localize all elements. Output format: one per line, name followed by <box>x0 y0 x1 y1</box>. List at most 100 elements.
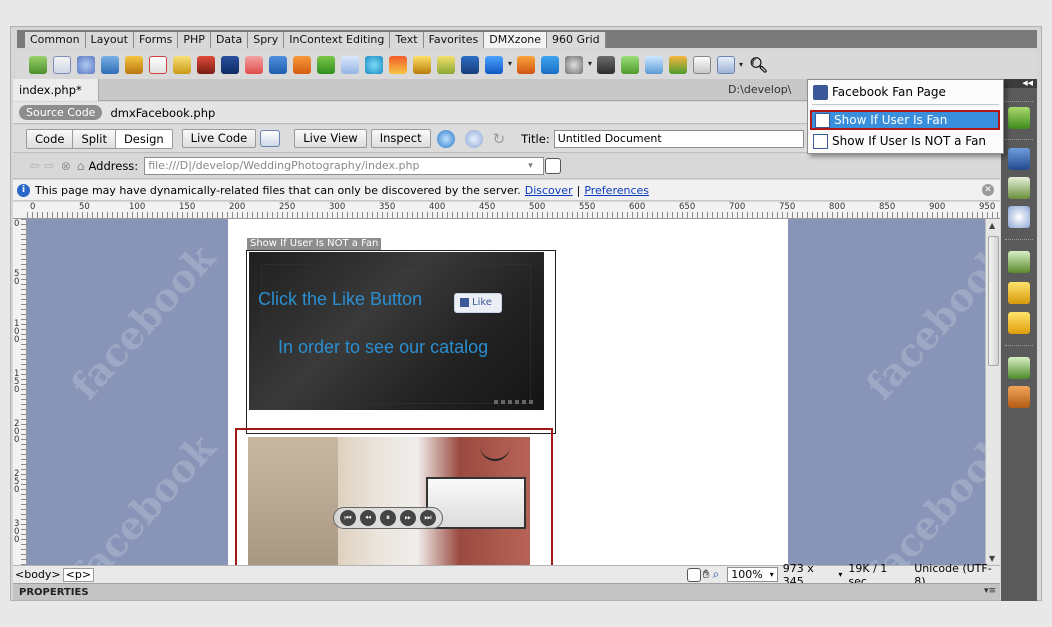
title-input[interactable]: Untitled Document <box>553 129 804 148</box>
home-icon[interactable]: ⌂ <box>77 159 85 173</box>
mail-icon[interactable] <box>149 56 167 74</box>
source-code-pill[interactable]: Source Code <box>19 105 103 120</box>
document-icon[interactable] <box>53 56 71 74</box>
panel-collapse-bar[interactable]: ◀◀ <box>1001 79 1037 88</box>
databases-icon[interactable] <box>1008 251 1030 273</box>
properties-panel-header[interactable]: PROPERTIES ▾≡ <box>13 583 1000 600</box>
address-dropdown-icon[interactable]: ▾ <box>528 161 533 171</box>
facebook-thumb-icon[interactable] <box>717 56 743 74</box>
discover-link[interactable]: Discover <box>525 184 573 197</box>
tab-text[interactable]: Text <box>390 31 424 48</box>
next-slide-icon[interactable]: ⏩︎ <box>400 510 416 526</box>
tab-common[interactable]: Common <box>25 31 86 48</box>
tab-data[interactable]: Data <box>210 31 249 48</box>
check-page-icon[interactable] <box>260 130 281 147</box>
swap-icon[interactable] <box>669 56 687 74</box>
back-icon[interactable]: ⇦ <box>29 159 40 174</box>
tab-index-php[interactable]: index.php* × <box>13 79 99 119</box>
chevron-down-icon[interactable]: ▾ <box>838 570 842 579</box>
tab-incontext-editing[interactable]: InContext Editing <box>284 31 391 48</box>
gallery-icon[interactable] <box>173 56 191 74</box>
globe-icon[interactable] <box>77 56 95 74</box>
insert-panel-icon[interactable] <box>1008 107 1030 129</box>
preferences-link[interactable]: Preferences <box>584 184 649 197</box>
tab-php[interactable]: PHP <box>178 31 211 48</box>
tag-inspector-icon[interactable] <box>1008 206 1030 228</box>
address-input[interactable]: file:///D|/develop/WeddingPhotography/in… <box>144 157 545 175</box>
video-icon[interactable] <box>221 56 239 74</box>
live-view-button[interactable]: Live View <box>294 129 367 148</box>
screen-icon[interactable] <box>485 56 512 74</box>
tooltip-icon[interactable] <box>341 56 359 74</box>
list-icon[interactable] <box>317 56 335 74</box>
image-icon[interactable] <box>197 56 215 74</box>
select-tool-icon[interactable] <box>687 567 701 582</box>
gear-plugin-icon[interactable] <box>29 56 47 74</box>
photo-grid-icon[interactable] <box>461 56 479 74</box>
tab-layout[interactable]: Layout <box>85 31 134 48</box>
last-slide-icon[interactable]: ⏭︎ <box>420 510 436 526</box>
behaviors-lightning-icon[interactable] <box>1008 312 1030 334</box>
menu-item-facebook-fan-page[interactable]: Facebook Fan Page <box>810 82 1000 102</box>
calendar-icon[interactable] <box>517 56 535 74</box>
bubble-icon[interactable] <box>365 56 383 74</box>
page-icon[interactable] <box>693 56 711 74</box>
sitemap-icon[interactable] <box>101 56 119 74</box>
pause-icon[interactable]: ⏸︎ <box>380 510 396 526</box>
zoom-tool-icon[interactable]: ⌕ <box>713 567 720 582</box>
bookmark-icon[interactable] <box>245 56 263 74</box>
form-icon[interactable] <box>293 56 311 74</box>
design-view-button[interactable]: Design <box>115 129 172 148</box>
hand-tool-icon[interactable]: ✋︎ <box>703 567 710 582</box>
grid-icon[interactable] <box>269 56 287 74</box>
zoom-select[interactable]: 100% ▾ <box>727 567 778 582</box>
menu-item-show-if-fan[interactable]: Show If User Is Fan <box>810 110 1000 130</box>
resize-icon[interactable] <box>645 56 663 74</box>
tag-selector-p[interactable]: <p> <box>62 567 95 582</box>
menu-item-show-if-not-fan[interactable]: Show If User Is NOT a Fan <box>810 131 1000 151</box>
tab-favorites[interactable]: Favorites <box>423 31 485 48</box>
headphones-icon[interactable] <box>565 56 592 74</box>
code-view-button[interactable]: Code <box>27 129 74 148</box>
browser-options-icon[interactable] <box>544 158 561 174</box>
slideshow-icon[interactable] <box>389 56 407 74</box>
refresh-icon[interactable]: ↻ <box>493 130 506 148</box>
first-slide-icon[interactable]: ⏮︎ <box>340 510 356 526</box>
previous-slide-icon[interactable]: ⏪︎ <box>360 510 376 526</box>
like-banner-image[interactable] <box>249 252 544 410</box>
chart-icon[interactable] <box>621 56 639 74</box>
region-tag-not-fan[interactable]: Show If User Is NOT a Fan <box>247 238 382 250</box>
tab-spry[interactable]: Spry <box>248 31 285 48</box>
tab-forms[interactable]: Forms <box>133 31 179 48</box>
server-behaviors-icon[interactable] <box>1008 282 1030 304</box>
scroll-up-icon[interactable]: ▲ <box>989 221 995 230</box>
tag-selector-body[interactable]: <body> <box>15 568 61 581</box>
visual-aids-icon[interactable] <box>464 129 483 148</box>
design-canvas[interactable]: facebook facebook facebook facebook Show… <box>27 219 985 565</box>
related-file-link[interactable]: dmxFacebook.php <box>110 106 215 120</box>
close-info-icon[interactable]: ✕ <box>982 184 994 196</box>
film-icon[interactable] <box>597 56 615 74</box>
files-sitemap-icon[interactable] <box>1008 357 1030 379</box>
stop-icon[interactable]: ⊗ <box>61 159 71 173</box>
collapse-icon[interactable]: ◀◀ <box>1022 79 1033 87</box>
split-view-button[interactable]: Split <box>73 129 116 148</box>
assets-briefcase-icon[interactable] <box>1008 386 1030 408</box>
flash-icon[interactable] <box>125 56 143 74</box>
browser-preview-icon[interactable] <box>436 129 455 148</box>
tab-dmxzone[interactable]: DMXzone <box>484 31 548 48</box>
twitter-icon[interactable] <box>541 56 559 74</box>
search-icon[interactable]: 🔍︎ <box>749 56 768 74</box>
facebook-like-button[interactable]: Like <box>454 293 502 313</box>
ap-elements-icon[interactable] <box>1008 177 1030 199</box>
css-styles-icon[interactable] <box>1008 148 1030 170</box>
live-code-button[interactable]: Live Code <box>181 129 257 148</box>
menu-bar-icon[interactable] <box>413 56 431 74</box>
panel-menu-icon[interactable]: ▾≡ <box>984 586 996 596</box>
vertical-scrollbar[interactable]: ▲ ▼ <box>985 219 1000 565</box>
forward-icon[interactable]: ⇨ <box>44 159 55 174</box>
inspect-button[interactable]: Inspect <box>370 129 431 148</box>
tab-960-grid[interactable]: 960 Grid <box>547 31 606 48</box>
scrollbar-thumb[interactable] <box>988 236 999 366</box>
book-icon[interactable] <box>437 56 455 74</box>
